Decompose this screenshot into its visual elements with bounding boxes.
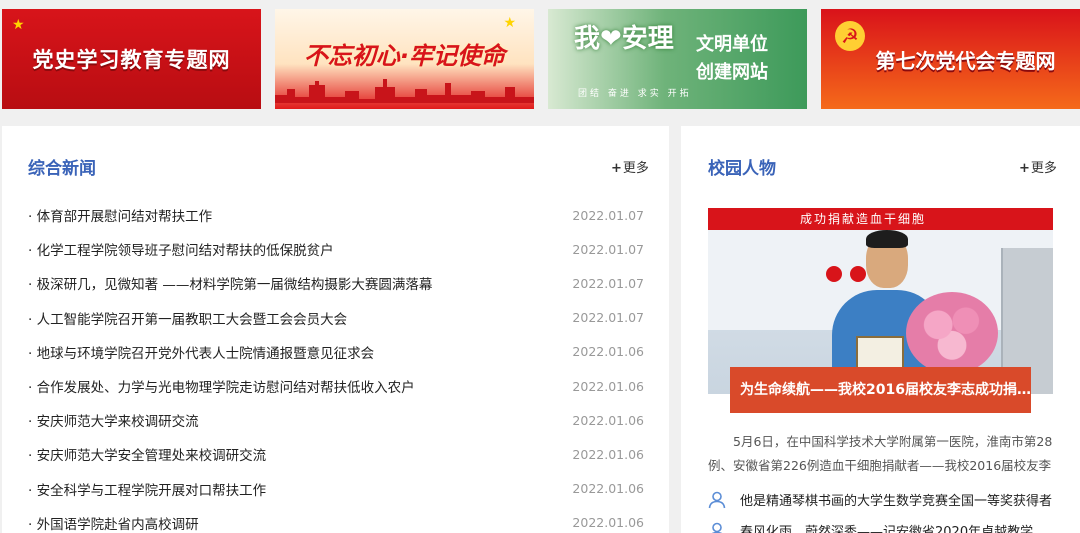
party-emblem-icon: ☭: [835, 21, 865, 51]
flower-bouquet-icon: [906, 292, 998, 374]
news-item[interactable]: · 人工智能学院召开第一届教职工大会暨工会会员大会 2022.01.07: [28, 301, 644, 335]
news-item-title: · 人工智能学院召开第一届教职工大会暨工会会员大会: [28, 311, 348, 328]
star-icon: ★: [12, 17, 25, 33]
photo-person-hair: [866, 230, 908, 248]
news-panel: 综合新闻 +更多 · 体育部开展慰问结对帮扶工作 2022.01.07 · 化学工…: [2, 126, 669, 533]
red-cross-icon: [850, 266, 866, 282]
banner-civilized-unit-line2: 创建网站: [696, 62, 768, 83]
people-panel-title: 校园人物: [708, 159, 776, 179]
news-item-date: 2022.01.07: [572, 275, 644, 291]
news-item-title: · 安庆师范大学安全管理处来校调研交流: [28, 448, 267, 465]
people-item[interactable]: 他是精通琴棋书画的大学生数学竞赛全国一等奖获得者: [708, 484, 1053, 515]
news-item-title: · 安庆师范大学来校调研交流: [28, 414, 199, 431]
people-list: 他是精通琴棋书画的大学生数学竞赛全国一等奖获得者 春风化雨，蔚然深秀——记安徽省…: [708, 484, 1053, 533]
news-item-title: · 化学工程学院领导班子慰问结对帮扶的低保脱贫户: [28, 243, 334, 260]
news-item-title: · 体育部开展慰问结对帮扶工作: [28, 209, 213, 226]
featured-summary: 5月6日，在中国科学技术大学附属第一医院，淮南市第28例、安徽省第226例造血干…: [708, 434, 1053, 473]
news-item-date: 2022.01.06: [572, 515, 644, 531]
news-more-label: 更多: [622, 161, 649, 176]
people-more-label: 更多: [1030, 161, 1057, 176]
banner-civilized-unit[interactable]: 我❤安理 文明单位 创建网站 团结 奋进 求实 开拓: [548, 9, 807, 109]
user-icon: [708, 491, 726, 508]
red-cross-icon: [826, 266, 842, 282]
city-skyline-icon: [275, 79, 534, 103]
banner-civilized-unit-slogan: 团结 奋进 求实 开拓: [578, 89, 692, 99]
news-item-date: 2022.01.07: [572, 241, 644, 257]
news-item-title: · 合作发展处、力学与光电物理学院走访慰问结对帮扶低收入农户: [28, 380, 415, 397]
banner-civilized-unit-title: 文明单位 创建网站: [696, 31, 768, 87]
banner-civilized-unit-logo-text: 我❤安理: [574, 24, 674, 54]
banner-original-aspiration-title: 不忘初心·牢记使命: [303, 41, 506, 70]
star-icon: ★: [503, 15, 516, 31]
news-list: · 体育部开展慰问结对帮扶工作 2022.01.07 · 化学工程学院领导班子慰问…: [28, 198, 644, 533]
news-item-title: · 地球与环境学院召开党外代表人士院情通报暨意见征求会: [28, 345, 375, 362]
news-item[interactable]: · 体育部开展慰问结对帮扶工作 2022.01.07: [28, 198, 644, 232]
photo-sign: 成功捐献造血干细胞: [708, 208, 1053, 230]
people-more-link[interactable]: +更多: [1019, 157, 1057, 176]
banner-original-aspiration[interactable]: ★ 不忘初心·牢记使命: [275, 9, 534, 109]
plus-icon: +: [1019, 161, 1030, 176]
banner-party-congress-title: 第七次党代会专题网: [875, 48, 1056, 73]
plus-icon: +: [611, 161, 622, 176]
user-icon: [711, 522, 723, 533]
news-item-date: 2022.01.07: [572, 310, 644, 326]
news-item[interactable]: · 极深研几，见微知著 ——材料学院第一届微结构摄影大赛圆满落幕 2022.01.…: [28, 266, 644, 300]
people-item-text: 春风化雨，蔚然深秀——记安徽省2020年卓越教学新秀: [740, 525, 1053, 533]
news-item[interactable]: · 安全科学与工程学院开展对口帮扶工作 2022.01.06: [28, 472, 644, 506]
news-item-title: · 安全科学与工程学院开展对口帮扶工作: [28, 482, 267, 499]
banner-party-congress[interactable]: ☭ 第七次党代会专题网: [821, 9, 1080, 109]
featured-caption[interactable]: 为生命续航——我校2016届校友李志成功捐献造血干细胞: [730, 367, 1031, 413]
people-item[interactable]: 春风化雨，蔚然深秀——记安徽省2020年卓越教学新秀: [708, 515, 1053, 533]
news-more-link[interactable]: +更多: [611, 157, 649, 176]
news-item-date: 2022.01.06: [572, 446, 644, 462]
banner-civilized-unit-line1: 文明单位: [696, 34, 768, 55]
news-item[interactable]: · 地球与环境学院召开党外代表人士院情通报暨意见征求会 2022.01.06: [28, 335, 644, 369]
people-item-text: 他是精通琴棋书画的大学生数学竞赛全国一等奖获得者: [740, 494, 1053, 509]
news-panel-title: 综合新闻: [28, 159, 96, 179]
news-item-date: 2022.01.06: [572, 344, 644, 360]
news-item[interactable]: · 化学工程学院领导班子慰问结对帮扶的低保脱贫户 2022.01.07: [28, 232, 644, 266]
news-item-date: 2022.01.06: [572, 412, 644, 428]
people-panel: 校园人物 +更多 成功捐献造血干细胞 为生命续航——我校2016届校友李志成功捐…: [681, 126, 1080, 533]
news-item-title: · 极深研几，见微知著 ——材料学院第一届微结构摄影大赛圆满落幕: [28, 277, 433, 294]
news-item[interactable]: · 安庆师范大学来校调研交流 2022.01.06: [28, 403, 644, 437]
banner-party-history-title: 党史学习教育专题网: [32, 48, 231, 72]
news-item[interactable]: · 外国语学院赴省内高校调研 2022.01.06: [28, 506, 644, 533]
news-item-date: 2022.01.06: [572, 378, 644, 394]
news-item-date: 2022.01.07: [572, 207, 644, 223]
news-item[interactable]: · 合作发展处、力学与光电物理学院走访慰问结对帮扶低收入农户 2022.01.06: [28, 369, 644, 403]
banner-row: ★ 党史学习教育专题网 ★ 不忘初心·牢记使命 我❤安理 文明单位 创建网站 团…: [0, 9, 1080, 109]
news-item-date: 2022.01.06: [572, 481, 644, 497]
news-item-title: · 外国语学院赴省内高校调研: [28, 516, 199, 533]
banner-party-history[interactable]: ★ 党史学习教育专题网: [2, 9, 261, 109]
news-item[interactable]: · 安庆师范大学安全管理处来校调研交流 2022.01.06: [28, 437, 644, 471]
